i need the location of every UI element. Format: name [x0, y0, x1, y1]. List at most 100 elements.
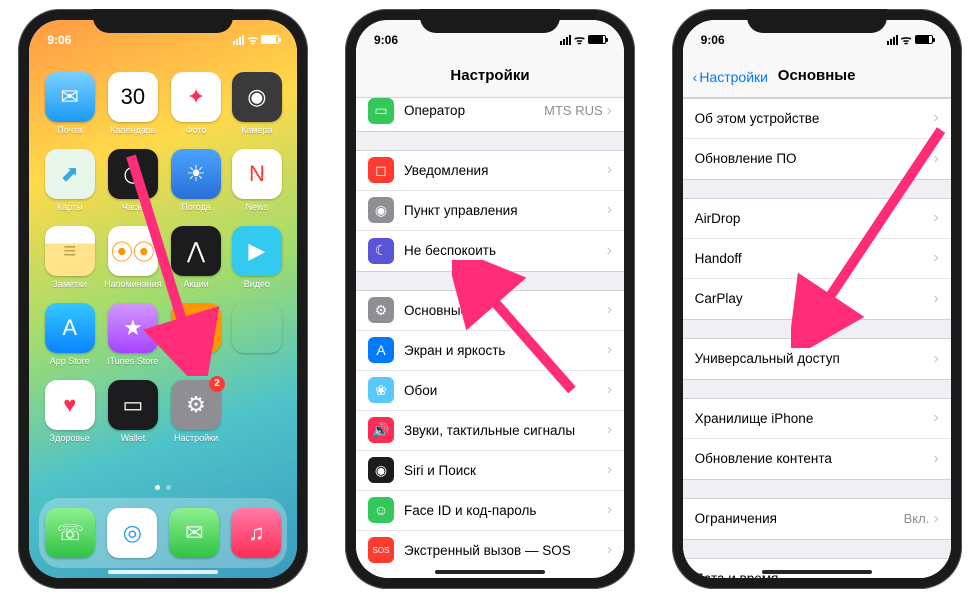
settings-row[interactable]: CarPlay›	[683, 279, 951, 319]
row-label: Уведомления	[404, 163, 607, 178]
app-Фото[interactable]: ✦Фото	[170, 72, 223, 135]
app-Календарь[interactable]: 30Календарь	[104, 72, 161, 135]
back-button[interactable]: ‹ Настройки	[693, 69, 768, 85]
app-Почта[interactable]: ✉︎Почта	[43, 72, 96, 135]
row-detail: MTS RUS	[544, 103, 603, 118]
settings-row[interactable]: AЭкран и яркость›	[356, 331, 624, 371]
app-icon: ◷	[108, 149, 158, 199]
settings-row[interactable]: Хранилище iPhone›	[683, 399, 951, 439]
row-label: Универсальный доступ	[695, 351, 934, 366]
status-indicators: ᯤ	[887, 31, 933, 48]
home-indicator[interactable]	[435, 570, 545, 574]
settings-row[interactable]: ⚙︎Основные›	[356, 291, 624, 331]
app-App Store[interactable]: AApp Store	[43, 303, 96, 366]
app-Камера[interactable]: ◉Камера	[230, 72, 283, 135]
settings-row[interactable]: SOS Экстренный вызов — SOS›	[356, 531, 624, 570]
row-label: Siri и Поиск	[404, 463, 607, 478]
settings-row[interactable]: Универсальный доступ›	[683, 339, 951, 379]
row-icon: ◉	[368, 457, 394, 483]
app-Видео[interactable]: ▶︎Видео	[230, 226, 283, 289]
settings-row[interactable]: Дата и время›	[683, 559, 951, 578]
row-icon: SOS	[368, 537, 394, 563]
app-label: Камера	[241, 125, 272, 135]
status-indicators: ᯤ	[560, 31, 606, 48]
row-label: Не беспокоить	[404, 243, 607, 258]
settings-row[interactable]: ☾Не беспокоить›	[356, 231, 624, 271]
app-Часы[interactable]: ◷Часы	[104, 149, 161, 212]
dock-app[interactable]: ☏	[45, 508, 95, 558]
notch	[420, 9, 560, 33]
row-icon: ▭	[368, 98, 394, 124]
settings-row[interactable]: ◻︎Уведомления›	[356, 151, 624, 191]
app-iBooks[interactable]: ▯▯iBooks	[170, 303, 223, 366]
app-Погода[interactable]: ☀︎Погода	[170, 149, 223, 212]
app-label: News	[246, 202, 269, 212]
app-iTunes Store[interactable]: ★iTunes Store	[104, 303, 161, 366]
row-label: Face ID и код-пароль	[404, 503, 607, 518]
settings-row[interactable]: Об этом устройстве›	[683, 99, 951, 139]
app-label: App Store	[50, 356, 90, 366]
settings-row[interactable]: Handoff›	[683, 239, 951, 279]
settings-row[interactable]: ◉Siri и Поиск›	[356, 451, 624, 491]
app-label: Акции	[183, 279, 208, 289]
badge: 2	[209, 376, 225, 392]
home-indicator[interactable]	[762, 570, 872, 574]
settings-row[interactable]: ▭ОператорMTS RUS›	[356, 91, 624, 131]
app-Wallet[interactable]: ▭Wallet	[104, 380, 161, 443]
chevron-right-icon: ›	[933, 409, 938, 427]
app-Акции[interactable]: ⋀Акции	[170, 226, 223, 289]
app-icon: N	[232, 149, 282, 199]
row-label: Основные	[404, 303, 607, 318]
app-Карты[interactable]: ⬈Карты	[43, 149, 96, 212]
row-label: Звуки, тактильные сигналы	[404, 423, 607, 438]
nav-title: Настройки	[450, 67, 529, 84]
settings-group: ◻︎Уведомления›◉Пункт управления›☾Не бесп…	[356, 150, 624, 272]
row-label: Обои	[404, 383, 607, 398]
app-Заметки[interactable]: ≡Заметки	[43, 226, 96, 289]
settings-row[interactable]: AirDrop›	[683, 199, 951, 239]
row-label: AirDrop	[695, 211, 934, 226]
chevron-right-icon: ›	[607, 541, 612, 559]
settings-row[interactable]: ❀Обои›	[356, 371, 624, 411]
settings-group: Дата и время›Клавиатура›	[683, 558, 951, 578]
settings-row[interactable]: 🔊Звуки, тактильные сигналы›	[356, 411, 624, 451]
chevron-left-icon: ‹	[693, 69, 698, 85]
screen-settings: 9:06 ᯤ Настройки ▭ОператорMTS RUS›◻︎Увед…	[356, 20, 624, 578]
dock-app[interactable]: ◎	[107, 508, 157, 558]
dock-app[interactable]: ✉︎	[169, 508, 219, 558]
app-Настройки[interactable]: ⚙︎2Настройки	[170, 380, 223, 443]
chevron-right-icon: ›	[607, 242, 612, 260]
row-icon: A	[368, 337, 394, 363]
chevron-right-icon: ›	[607, 501, 612, 519]
app-label: Карты	[57, 202, 83, 212]
row-icon: ☺︎	[368, 497, 394, 523]
app-label: Заметки	[53, 279, 87, 289]
wifi-icon: ᯤ	[574, 31, 585, 48]
app-label: Календарь	[110, 125, 155, 135]
settings-row[interactable]: ОграниченияВкл.›	[683, 499, 951, 539]
app-grid: ✉︎Почта30Календарь✦Фото◉Камера ⬈Карты◷Час…	[43, 72, 283, 443]
app-icon: ★	[108, 303, 158, 353]
home-indicator[interactable]	[108, 570, 218, 574]
signal-icon	[560, 35, 571, 45]
chevron-right-icon: ›	[933, 350, 938, 368]
app-label: Настройки	[174, 433, 218, 443]
row-label: Handoff	[695, 251, 934, 266]
app-Здоровье[interactable]: ♥︎Здоровье	[43, 380, 96, 443]
row-label: Экстренный вызов — SOS	[404, 543, 607, 558]
dock-app[interactable]: ♫	[231, 508, 281, 558]
chevron-right-icon: ›	[607, 301, 612, 319]
settings-list[interactable]: ▭ОператорMTS RUS› ◻︎Уведомления›◉Пункт уп…	[356, 90, 624, 570]
settings-row[interactable]: ☺︎ Face ID и код-пароль›	[356, 491, 624, 531]
general-list[interactable]: Об этом устройстве›Обновление ПО›AirDrop…	[683, 98, 951, 578]
chevron-right-icon: ›	[607, 161, 612, 179]
settings-row[interactable]: Обновление контента›	[683, 439, 951, 479]
settings-row[interactable]: Обновление ПО›	[683, 139, 951, 179]
settings-row[interactable]: ◉Пункт управления›	[356, 191, 624, 231]
app-News[interactable]: N News	[230, 149, 283, 212]
app-icon: ⦿⦿	[108, 226, 158, 276]
chevron-right-icon: ›	[933, 209, 938, 227]
row-label: Обновление ПО	[695, 151, 934, 166]
app-Напоминания[interactable]: ⦿⦿Напоминания	[104, 226, 161, 289]
page-dots[interactable]	[29, 485, 297, 490]
